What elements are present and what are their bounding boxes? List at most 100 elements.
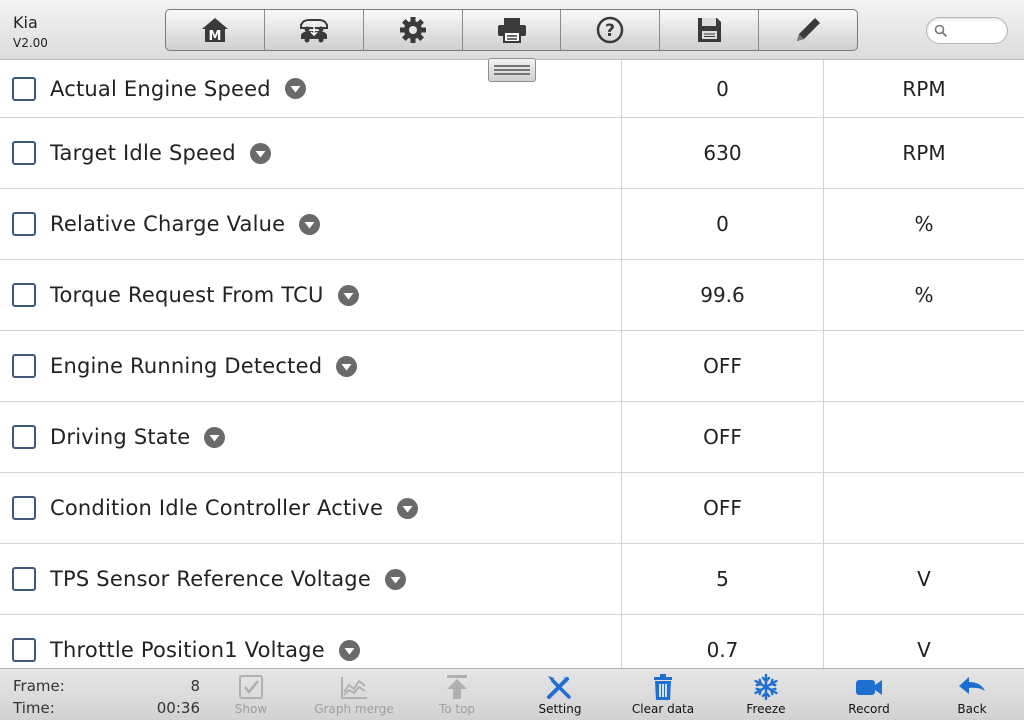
parameter-name: Relative Charge Value (50, 212, 286, 236)
parameter-value: 630 (622, 118, 824, 188)
graph-merge-button[interactable]: Graph merge (304, 673, 404, 719)
setting-button[interactable]: Setting (510, 673, 610, 719)
parameter-unit: RPM (902, 141, 946, 165)
row-checkbox[interactable] (12, 212, 36, 236)
edit-pencil-icon (797, 18, 821, 41)
app-version: V2.00 (13, 36, 48, 50)
dropdown-icon[interactable] (397, 497, 419, 519)
svg-text:?: ? (605, 21, 615, 41)
graph-merge-icon (341, 677, 367, 699)
table-row: TPS Sensor Reference Voltage 5 V (0, 544, 1024, 615)
parameter-value: 5 (622, 544, 824, 614)
parameter-name-cell: Relative Charge Value (0, 189, 622, 259)
parameter-unit (824, 473, 1024, 543)
data-stream-list: Actual Engine Speed 0 RPM Target Idle Sp… (0, 60, 1024, 668)
dropdown-icon[interactable] (204, 426, 226, 448)
vehicle-swap-icon (299, 19, 328, 43)
table-row: Driving State OFF (0, 402, 1024, 473)
video-camera-icon (856, 680, 882, 695)
search-icon (934, 24, 948, 38)
vehicle-swap-button[interactable] (265, 10, 364, 50)
snowflake-icon (754, 673, 778, 701)
settings-button[interactable] (364, 10, 463, 50)
home-button[interactable]: M (166, 10, 265, 50)
back-arrow-icon (959, 677, 985, 694)
dropdown-icon[interactable] (284, 78, 306, 99)
parameter-name-cell: TPS Sensor Reference Voltage (0, 544, 622, 614)
row-checkbox[interactable] (12, 354, 36, 378)
parameter-name: Torque Request From TCU (50, 283, 324, 307)
edit-button[interactable] (759, 10, 857, 50)
row-checkbox[interactable] (12, 425, 36, 449)
to-top-button[interactable]: To top (407, 673, 507, 719)
row-checkbox[interactable] (12, 496, 36, 520)
parameter-value: OFF (622, 331, 824, 401)
table-row: Target Idle Speed 630 RPM (0, 118, 1024, 189)
time-label: Time: (13, 699, 55, 717)
parameter-name: Actual Engine Speed (50, 76, 271, 101)
row-checkbox[interactable] (12, 283, 36, 307)
parameter-name: Engine Running Detected (50, 354, 323, 378)
dropdown-icon[interactable] (338, 639, 360, 661)
parameter-value: 0 (622, 189, 824, 259)
table-row: Relative Charge Value 0 % (0, 189, 1024, 260)
parameter-value: 99.6 (622, 260, 824, 330)
time-value: 00:36 (156, 699, 200, 717)
parameter-name-cell: Engine Running Detected (0, 331, 622, 401)
parameter-name: Target Idle Speed (50, 141, 236, 165)
tools-icon (547, 676, 571, 699)
table-row: Torque Request From TCU 99.6 % (0, 260, 1024, 331)
parameter-value: OFF (622, 473, 824, 543)
svg-text:M: M (208, 29, 221, 44)
arrow-up-icon (447, 675, 467, 699)
parameter-name: Condition Idle Controller Active (50, 496, 384, 520)
app-name: Kia (13, 13, 38, 32)
printer-icon (497, 18, 526, 43)
parameter-value: 0.7 (622, 615, 824, 668)
table-row: Condition Idle Controller Active OFF (0, 473, 1024, 544)
clear-data-button[interactable]: Clear data (613, 673, 713, 719)
frame-label: Frame: (13, 677, 65, 695)
home-icon: M (201, 18, 228, 44)
save-button[interactable] (660, 10, 760, 50)
row-checkbox[interactable] (12, 567, 36, 591)
row-checkbox[interactable] (12, 76, 36, 101)
search-box[interactable] (926, 17, 1008, 44)
table-row: Throttle Position1 Voltage 0.7 V (0, 615, 1024, 668)
parameter-unit (824, 402, 1024, 472)
settings-gear-icon (399, 17, 426, 43)
parameter-name: Driving State (50, 425, 191, 449)
parameter-name: Throttle Position1 Voltage (50, 638, 325, 662)
parameter-name-cell: Condition Idle Controller Active (0, 473, 622, 543)
frame-value: 8 (190, 677, 200, 695)
dropdown-icon[interactable] (299, 213, 321, 235)
row-checkbox[interactable] (12, 141, 36, 165)
dropdown-icon[interactable] (249, 142, 271, 164)
back-button[interactable]: Back (922, 673, 1022, 719)
help-button[interactable]: ? (561, 10, 661, 50)
show-button[interactable]: Show (201, 673, 301, 719)
trash-icon (654, 674, 672, 700)
parameter-value: OFF (622, 402, 824, 472)
parameter-unit: % (914, 283, 934, 307)
parameter-name-cell: Driving State (0, 402, 622, 472)
checkbox-icon (239, 675, 263, 699)
dropdown-icon[interactable] (336, 355, 358, 377)
dropdown-icon[interactable] (337, 284, 359, 306)
save-icon (698, 18, 722, 42)
top-bar: Kia V2.00 M ? (0, 0, 1024, 60)
parameter-value: 0 (622, 60, 824, 117)
parameter-unit (824, 331, 1024, 401)
search-input[interactable] (951, 21, 1003, 40)
parameter-name: TPS Sensor Reference Voltage (50, 567, 371, 591)
bottom-bar: Frame: 8 Time: 00:36 Show Graph merge To… (0, 668, 1024, 720)
dropdown-icon[interactable] (384, 568, 406, 590)
parameter-name-cell: Target Idle Speed (0, 118, 622, 188)
freeze-button[interactable]: Freeze (716, 673, 816, 719)
parameter-unit: V (917, 567, 931, 591)
print-button[interactable] (463, 10, 562, 50)
row-checkbox[interactable] (12, 638, 36, 662)
record-button[interactable]: Record (819, 673, 919, 719)
parameter-unit: % (914, 212, 934, 236)
drawer-handle[interactable] (488, 58, 536, 82)
